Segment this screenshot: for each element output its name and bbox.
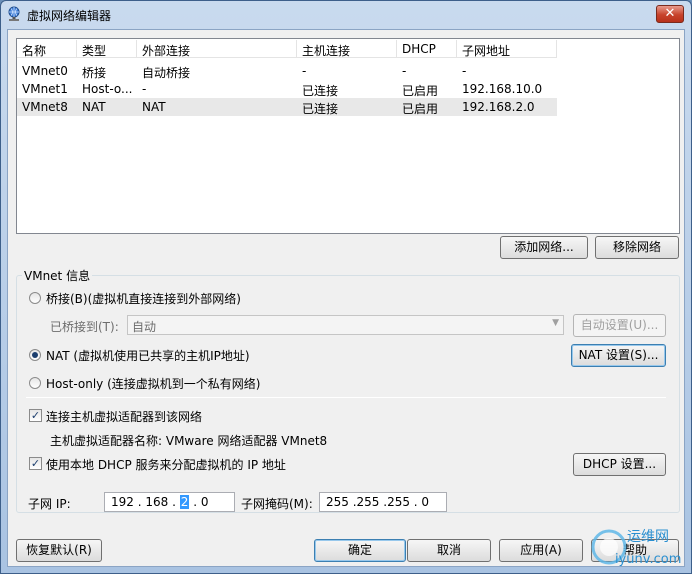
adapter-name-text: 主机虚拟适配器名称: VMware 网络适配器 VMnet8: [50, 434, 328, 448]
nat-settings-button[interactable]: NAT 设置(S)...: [571, 344, 666, 367]
chevron-down-icon: ▼: [552, 318, 559, 328]
vmnet-info-label: VMnet 信息: [22, 267, 93, 284]
column-header-host[interactable]: 主机连接: [297, 40, 397, 58]
subnet-mask-label: 子网掩码(M):: [241, 497, 313, 511]
hostonly-radio[interactable]: [29, 377, 41, 389]
add-network-button[interactable]: 添加网络...: [500, 236, 588, 259]
auto-settings-button[interactable]: 自动设置(U)...: [573, 314, 666, 337]
close-button[interactable]: ✕: [656, 5, 684, 23]
ip-octet-3: 2: [179, 495, 190, 509]
column-header-type[interactable]: 类型: [77, 40, 137, 58]
bridged-to-value: 自动: [132, 320, 157, 334]
column-header-subnet[interactable]: 子网地址: [457, 40, 557, 58]
cell-host: 已连接: [302, 102, 339, 116]
ip-octet-2: 168: [145, 495, 169, 509]
cell-external: NAT: [142, 100, 166, 114]
column-header-dhcp[interactable]: DHCP: [397, 40, 457, 58]
use-dhcp-checkbox[interactable]: ✓: [29, 457, 42, 470]
dhcp-settings-button[interactable]: DHCP 设置...: [573, 453, 666, 476]
column-header-external[interactable]: 外部连接: [137, 40, 297, 58]
ip-dot: .: [172, 495, 180, 509]
cell-dhcp: -: [402, 64, 407, 78]
cell-dhcp: 已启用: [402, 102, 439, 116]
cell-external: 自动桥接: [142, 66, 191, 80]
bridged-to-select[interactable]: 自动 ▼: [127, 315, 564, 335]
cell-host: -: [302, 64, 307, 78]
cell-subnet: 192.168.10.0: [462, 82, 543, 96]
cell-subnet: -: [462, 64, 467, 78]
dialog-body: 名称 类型 外部连接 主机连接 DHCP 子网地址 VMnet0 桥接 自动桥接…: [7, 29, 685, 567]
window-title: 虚拟网络编辑器: [27, 9, 112, 23]
table-row[interactable]: VMnet1 Host-o... - 已连接 已启用 192.168.10.0: [17, 80, 557, 98]
ip-dot: .: [193, 495, 201, 509]
network-list[interactable]: 名称 类型 外部连接 主机连接 DHCP 子网地址 VMnet0 桥接 自动桥接…: [16, 38, 680, 234]
nat-radio[interactable]: [29, 349, 41, 361]
watermark-text-1: 运维网: [627, 529, 669, 545]
vmnet-info-group: [16, 275, 680, 513]
restore-defaults-button[interactable]: 恢复默认(R): [16, 539, 102, 562]
bridged-radio-label[interactable]: 桥接(B)(虚拟机直接连接到外部网络): [46, 290, 241, 307]
table-row-selected[interactable]: VMnet8 NAT NAT 已连接 已启用 192.168.2.0: [17, 98, 557, 116]
connect-adapter-checkbox[interactable]: ✓: [29, 409, 42, 422]
ip-dot: .: [137, 495, 142, 509]
watermark-text-2: iyunv.com: [615, 552, 681, 567]
title-bar[interactable]: 虚拟网络编辑器 ✕: [1, 1, 691, 29]
cell-name: VMnet1: [22, 82, 68, 96]
divider: [26, 397, 666, 398]
table-row[interactable]: VMnet0 桥接 自动桥接 - - -: [17, 62, 557, 80]
cell-name: VMnet0: [22, 64, 68, 78]
cell-type: NAT: [82, 100, 106, 114]
cancel-button[interactable]: 取消: [407, 539, 491, 562]
hostonly-radio-label[interactable]: Host-only (连接虚拟机到一个私有网络): [46, 375, 260, 392]
network-globe-icon: [8, 6, 20, 21]
watermark-logo: 运维网 iyunv.com: [591, 529, 681, 567]
cell-external: -: [142, 82, 147, 96]
bridged-to-label: 已桥接到(T):: [50, 320, 119, 334]
subnet-ip-field[interactable]: 192 . 168 . 2 . 0: [104, 492, 235, 512]
remove-network-button[interactable]: 移除网络: [595, 236, 679, 259]
cell-host: 已连接: [302, 84, 339, 98]
subnet-mask-field[interactable]: 255 .255 .255 . 0: [319, 492, 447, 512]
virtual-network-editor-window: 虚拟网络编辑器 ✕ 名称 类型 外部连接 主机连接 DHCP 子网地址 VMne…: [0, 0, 692, 574]
column-header-name[interactable]: 名称: [17, 40, 77, 58]
bridged-radio[interactable]: [29, 292, 41, 304]
table-header: 名称 类型 外部连接 主机连接 DHCP 子网地址: [17, 40, 557, 58]
cell-type: 桥接: [82, 66, 107, 80]
ip-octet-1: 192: [111, 495, 134, 509]
apply-button[interactable]: 应用(A): [499, 539, 583, 562]
cell-dhcp: 已启用: [402, 84, 439, 98]
nat-radio-label[interactable]: NAT (虚拟机使用已共享的主机IP地址): [46, 347, 250, 364]
ip-octet-4: 0: [200, 495, 209, 509]
cell-subnet: 192.168.2.0: [462, 100, 535, 114]
cell-name: VMnet8: [22, 100, 68, 114]
connect-adapter-label[interactable]: 连接主机虚拟适配器到该网络: [46, 408, 202, 425]
subnet-ip-label: 子网 IP:: [28, 497, 71, 511]
ok-button[interactable]: 确定: [314, 539, 406, 562]
cell-type: Host-o...: [82, 82, 133, 96]
use-dhcp-label[interactable]: 使用本地 DHCP 服务来分配虚拟机的 IP 地址: [46, 456, 286, 473]
